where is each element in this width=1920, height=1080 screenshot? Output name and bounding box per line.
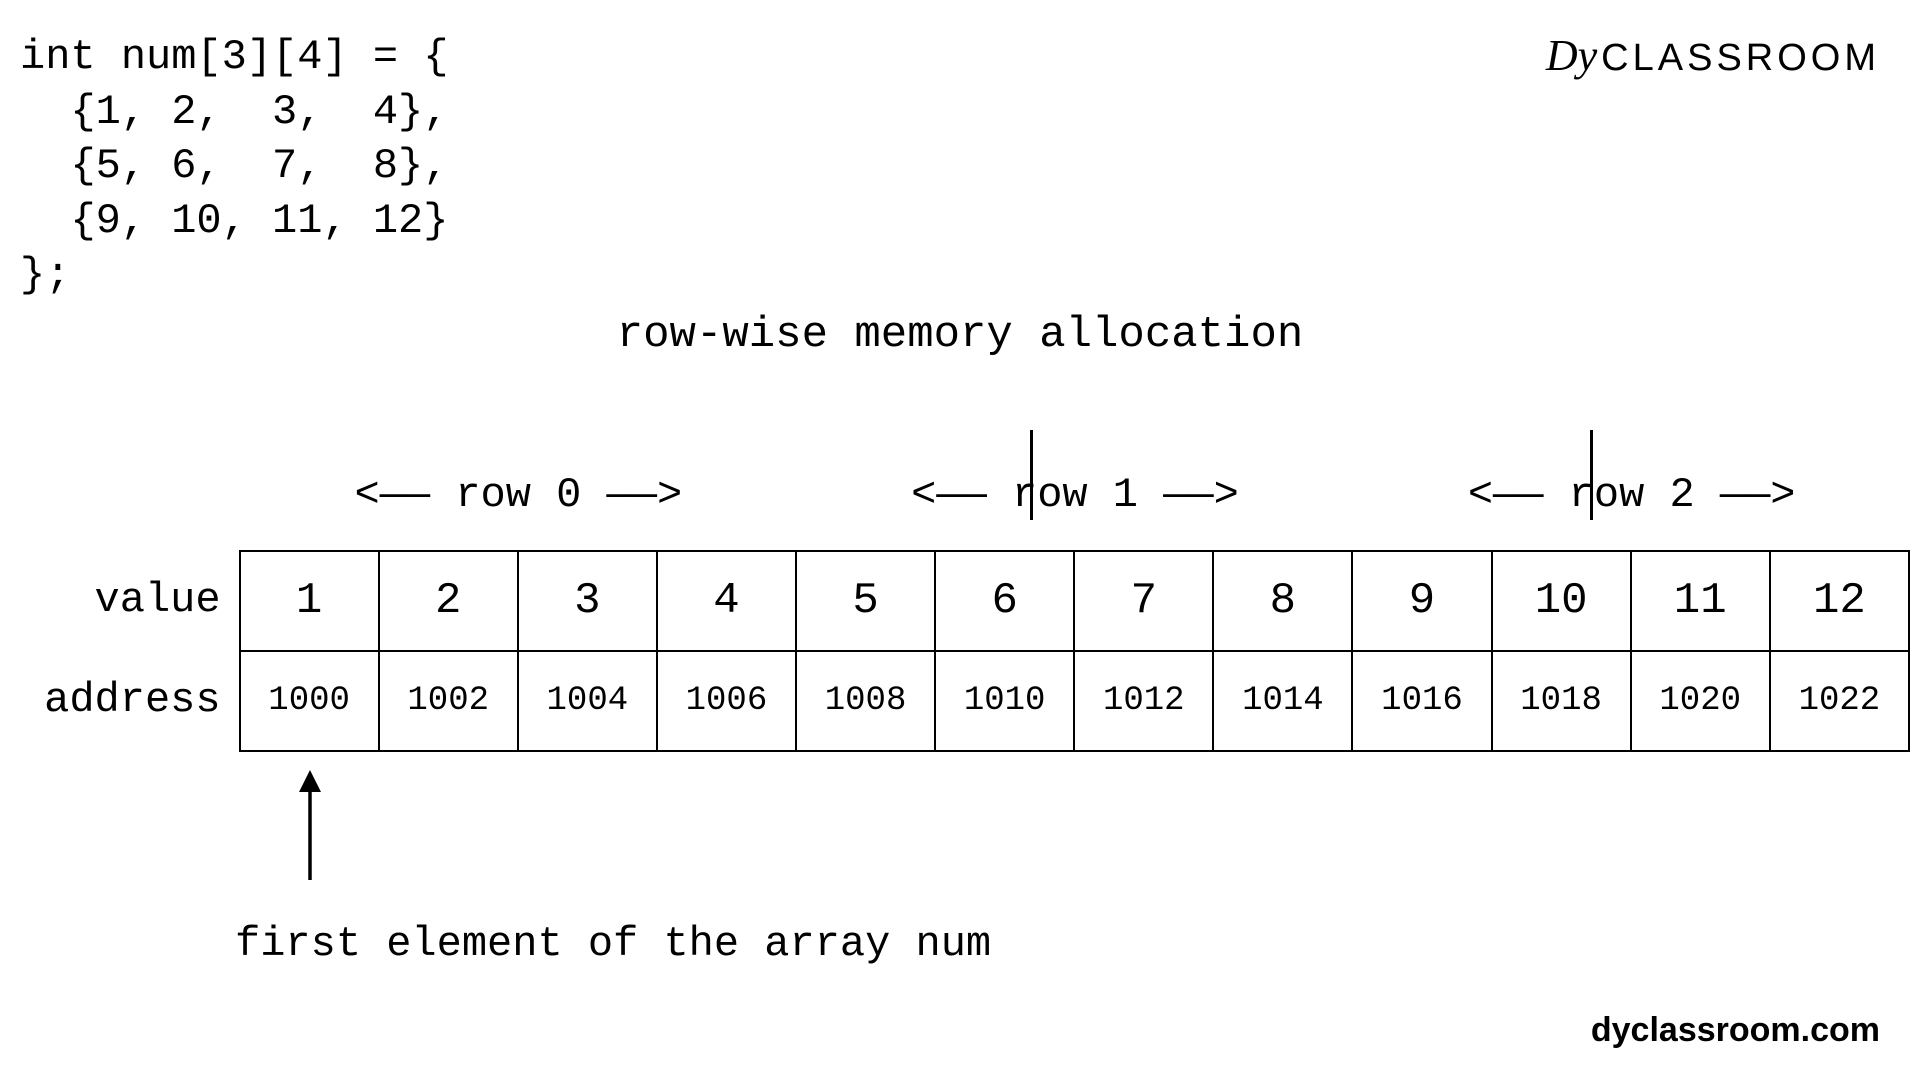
label-address: address	[10, 650, 239, 750]
diagram-title: row-wise memory allocation	[617, 310, 1304, 360]
address-cell: 1000	[240, 651, 379, 751]
logo-prefix: Dy	[1546, 31, 1597, 80]
address-cell: 1016	[1352, 651, 1491, 751]
memory-diagram: <—— row 0 ——> <—— row 1 ——> <—— row 2 ——…	[10, 440, 1910, 752]
value-cell: 5	[796, 551, 935, 651]
value-cell: 2	[379, 551, 518, 651]
arrow-up-icon	[295, 770, 325, 880]
value-cell: 11	[1631, 551, 1770, 651]
group-divider	[1030, 430, 1033, 520]
row-header-0: <—— row 0 ——>	[240, 440, 797, 550]
row-headers: <—— row 0 ——> <—— row 1 ——> <—— row 2 ——…	[240, 440, 1910, 550]
address-cell: 1020	[1631, 651, 1770, 751]
footer-url: dyclassroom.com	[1591, 1011, 1880, 1050]
table-row-addresses: 1000 1002 1004 1006 1008 1010 1012 1014 …	[240, 651, 1909, 751]
address-cell: 1006	[657, 651, 796, 751]
value-cell: 1	[240, 551, 379, 651]
value-cell: 4	[657, 551, 796, 651]
first-element-caption: first element of the array num	[235, 920, 991, 968]
logo-text: CLASSROOM	[1601, 37, 1880, 79]
code-declaration: int num[3][4] = { {1, 2, 3, 4}, {5, 6, 7…	[20, 30, 448, 303]
address-cell: 1014	[1213, 651, 1352, 751]
address-cell: 1002	[379, 651, 518, 751]
address-cell: 1012	[1074, 651, 1213, 751]
value-cell: 6	[935, 551, 1074, 651]
memory-table: 1 2 3 4 5 6 7 8 9 10 11 12 1000 1002 100…	[239, 550, 1910, 752]
address-cell: 1022	[1770, 651, 1909, 751]
address-cell: 1010	[935, 651, 1074, 751]
side-labels: value address	[10, 550, 239, 752]
address-cell: 1004	[518, 651, 657, 751]
row-header-2: <—— row 2 ——>	[1353, 440, 1910, 550]
value-cell: 10	[1492, 551, 1631, 651]
value-cell: 9	[1352, 551, 1491, 651]
value-cell: 3	[518, 551, 657, 651]
value-cell: 12	[1770, 551, 1909, 651]
label-value: value	[10, 550, 239, 650]
value-cell: 7	[1074, 551, 1213, 651]
table-row-values: 1 2 3 4 5 6 7 8 9 10 11 12	[240, 551, 1909, 651]
group-divider	[1590, 430, 1593, 520]
value-cell: 8	[1213, 551, 1352, 651]
address-cell: 1018	[1492, 651, 1631, 751]
address-cell: 1008	[796, 651, 935, 751]
row-header-1: <—— row 1 ——>	[797, 440, 1354, 550]
brand-logo: DyCLASSROOM	[1546, 30, 1880, 81]
